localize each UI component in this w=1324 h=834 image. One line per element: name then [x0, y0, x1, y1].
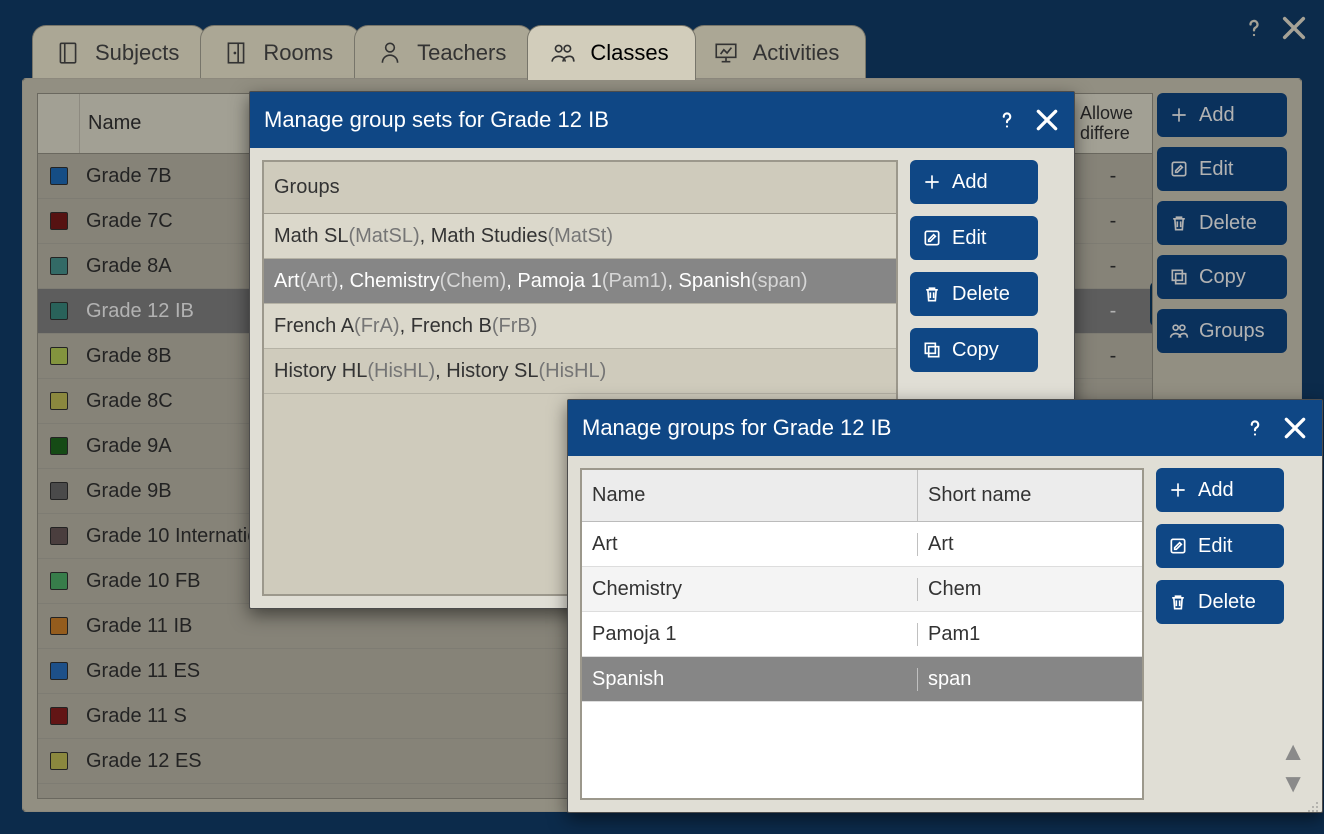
group-row[interactable]: Pamoja 1Pam1 [582, 612, 1142, 657]
groups-table: Name Short name ArtArtChemistryChemPamoj… [580, 468, 1144, 800]
copy-icon [922, 340, 942, 360]
trash-icon [1168, 592, 1188, 612]
group-short: Pam1 [918, 623, 1142, 646]
group-sets-header[interactable]: Groups [264, 162, 896, 214]
group-name: Chemistry [582, 578, 918, 601]
tab-teachers[interactable]: Teachers [354, 25, 533, 80]
tab-label: Activities [753, 40, 840, 66]
move-up-arrow[interactable]: ▲ [1280, 738, 1306, 764]
tab-classes[interactable]: Classes [527, 25, 695, 80]
group-row[interactable]: Spanishspan [582, 657, 1142, 702]
group-edit-button[interactable]: Edit [1156, 524, 1284, 568]
modal2-help-icon[interactable] [1242, 415, 1268, 441]
modal-title: Manage group sets for Grade 12 IB [264, 107, 609, 133]
groupset-delete-button[interactable]: Delete [910, 272, 1038, 316]
tab-rooms[interactable]: Rooms [200, 25, 360, 80]
groupset-copy-button[interactable]: Copy [910, 328, 1038, 372]
groupset-edit-button[interactable]: Edit [910, 216, 1038, 260]
main-close-icon[interactable] [1280, 14, 1308, 42]
tab-subjects[interactable]: Subjects [32, 25, 206, 80]
group-add-button[interactable]: Add [1156, 468, 1284, 512]
move-down-arrow[interactable]: ▼ [1280, 770, 1306, 796]
tab-label: Subjects [95, 40, 179, 66]
modal2-title: Manage groups for Grade 12 IB [582, 415, 891, 441]
groupset-row[interactable]: History HL (HisHL), History SL (HisHL) [264, 349, 896, 394]
group-name: Spanish [582, 668, 918, 691]
group-short: Chem [918, 578, 1142, 601]
groups-header-short[interactable]: Short name [918, 470, 1142, 521]
main-tabs: Subjects Rooms Teachers Classes Activiti… [32, 8, 860, 80]
tab-label: Teachers [417, 40, 506, 66]
groupset-add-button[interactable]: Add [910, 160, 1038, 204]
resize-handle[interactable] [1306, 796, 1320, 810]
manage-groups-modal: Manage groups for Grade 12 IB Name Short… [567, 399, 1323, 813]
group-name: Art [582, 533, 918, 556]
people-icon [550, 40, 576, 66]
edit-icon [1168, 536, 1188, 556]
group-row[interactable]: ChemistryChem [582, 567, 1142, 612]
modal-close-icon[interactable] [1034, 107, 1060, 133]
group-row[interactable]: ArtArt [582, 522, 1142, 567]
door-icon [223, 40, 249, 66]
trash-icon [922, 284, 942, 304]
tab-activities[interactable]: Activities [690, 25, 867, 80]
main-help-icon[interactable] [1240, 14, 1268, 42]
modal2-close-icon[interactable] [1282, 415, 1308, 441]
groupset-row[interactable]: Math SL (MatSL), Math Studies (MatSt) [264, 214, 896, 259]
group-short: span [918, 668, 1142, 691]
plus-icon [1168, 480, 1188, 500]
group-short: Art [918, 533, 1142, 556]
edit-icon [922, 228, 942, 248]
person-icon [377, 40, 403, 66]
plus-icon [922, 172, 942, 192]
group-name: Pamoja 1 [582, 623, 918, 646]
groupset-row[interactable]: French A (FrA), French B (FrB) [264, 304, 896, 349]
presentation-icon [713, 40, 739, 66]
tab-label: Rooms [263, 40, 333, 66]
groupset-row[interactable]: Art (Art), Chemistry (Chem), Pamoja 1 (P… [264, 259, 896, 304]
tab-label: Classes [590, 40, 668, 66]
group-delete-button[interactable]: Delete [1156, 580, 1284, 624]
book-icon [55, 40, 81, 66]
modal-help-icon[interactable] [994, 107, 1020, 133]
groups-header-name[interactable]: Name [582, 470, 918, 521]
